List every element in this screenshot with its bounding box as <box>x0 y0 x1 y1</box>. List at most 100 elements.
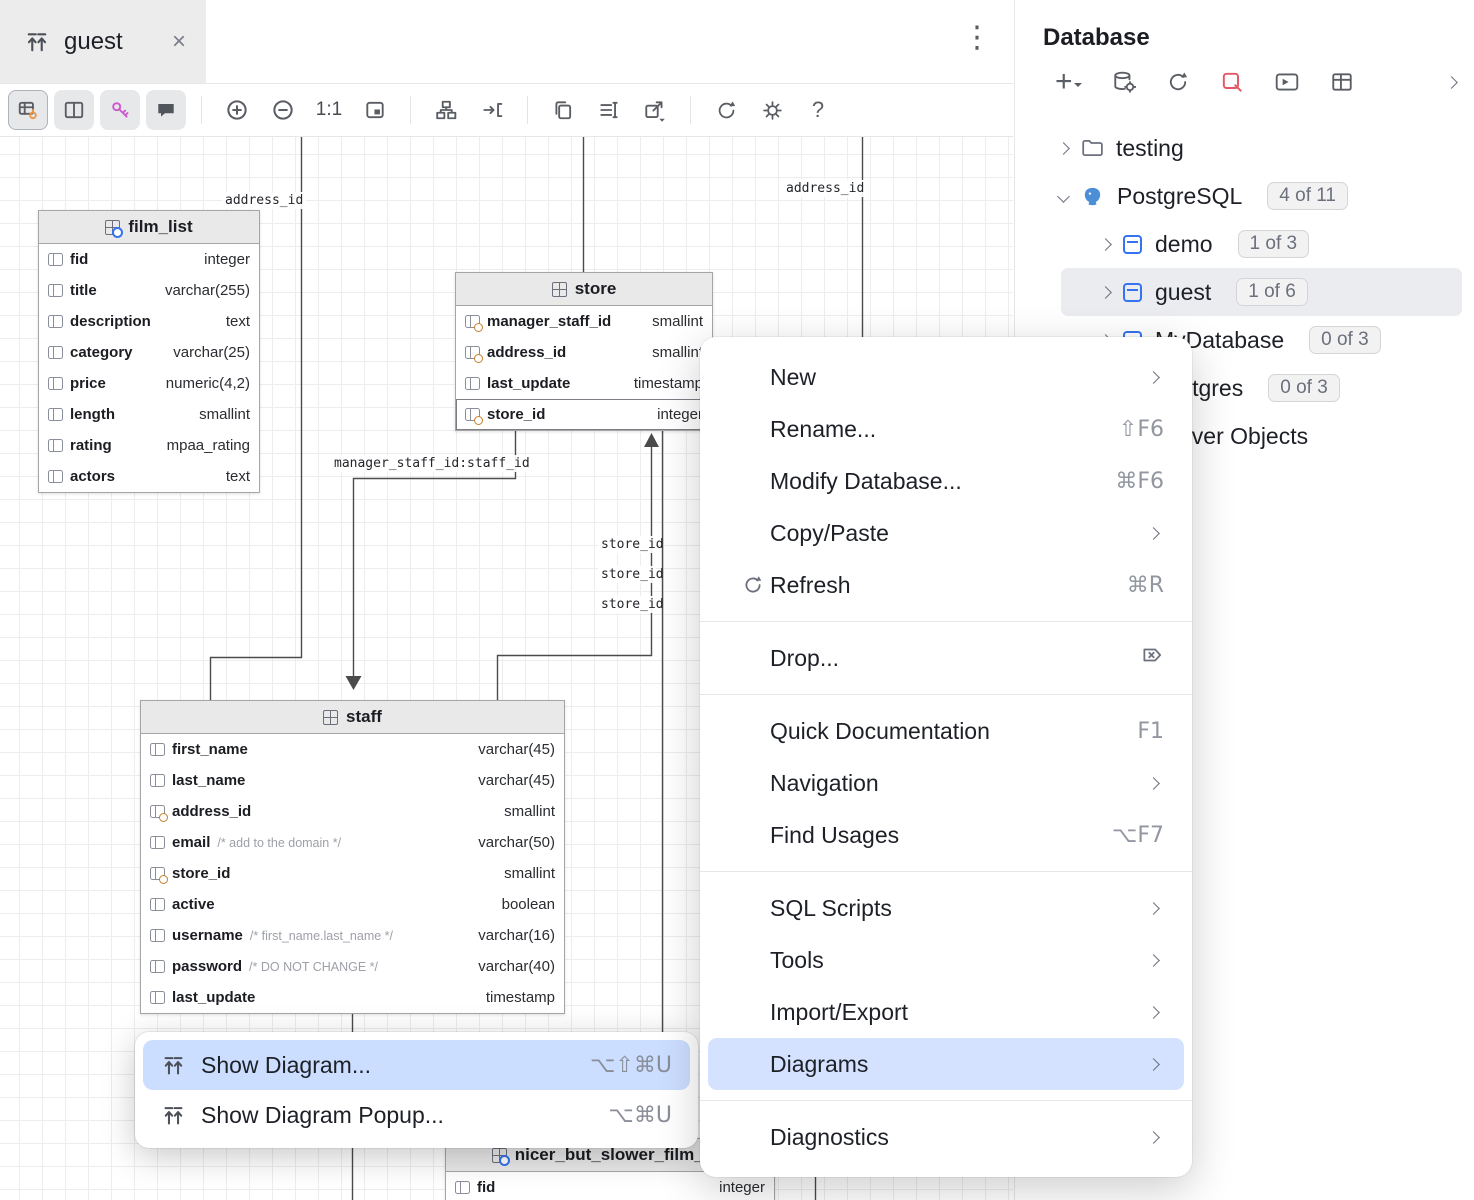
column-row[interactable]: last_updatetimestamp <box>141 982 564 1013</box>
expand-toolbar-icon[interactable] <box>1445 76 1458 89</box>
copy-diagram-button[interactable] <box>543 90 583 130</box>
column-row[interactable]: actorstext <box>39 461 259 492</box>
refresh-button[interactable] <box>1166 70 1190 94</box>
apply-layout-button[interactable] <box>426 90 466 130</box>
close-tab-icon[interactable]: × <box>172 28 186 56</box>
column-icon <box>150 991 165 1004</box>
table-header[interactable]: store <box>456 273 712 306</box>
table-store[interactable]: store manager_staff_idsmallint address_i… <box>455 272 713 431</box>
table-staff[interactable]: staff first_namevarchar(45) last_namevar… <box>140 700 565 1014</box>
menu-item-rename[interactable]: Rename...⇧F6 <box>700 403 1192 455</box>
scroll-to-selection-button[interactable] <box>472 90 512 130</box>
tab-title: guest <box>64 28 123 56</box>
menu-item-label: Find Usages <box>770 822 899 849</box>
chevron-right-icon[interactable] <box>1099 238 1112 251</box>
chevron-down-icon[interactable] <box>1057 190 1070 203</box>
column-row[interactable]: titlevarchar(255) <box>39 275 259 306</box>
column-row[interactable]: email/* add to the domain */varchar(50) <box>141 827 564 858</box>
menu-item-show-diagram[interactable]: Show Diagram... ⌥⇧⌘U <box>143 1040 690 1090</box>
menu-item-label: Diagrams <box>770 1051 868 1078</box>
column-row[interactable]: ratingmpaa_rating <box>39 430 259 461</box>
menu-item-label: Show Diagram... <box>201 1052 371 1079</box>
column-row[interactable]: descriptiontext <box>39 306 259 337</box>
drop-icon <box>1140 643 1164 673</box>
notes-button[interactable] <box>589 90 629 130</box>
database-icon <box>1123 283 1142 302</box>
menu-item-drop[interactable]: Drop... <box>700 632 1192 684</box>
menu-item-quick-documentation[interactable]: Quick DocumentationF1 <box>700 705 1192 757</box>
fk-column-icon <box>465 346 480 359</box>
export-icon <box>643 98 667 122</box>
column-icon <box>48 284 63 297</box>
column-row[interactable]: last_namevarchar(45) <box>141 765 564 796</box>
tree-item-postgresql[interactable]: PostgreSQL 4 of 11 <box>1015 172 1474 220</box>
data-editor-button[interactable] <box>1330 70 1354 94</box>
column-row[interactable]: lengthsmallint <box>39 399 259 430</box>
column-row[interactable]: manager_staff_idsmallint <box>456 306 712 337</box>
column-row[interactable]: last_updatetimestamp <box>456 368 712 399</box>
edge-label: address_id <box>222 192 306 209</box>
zoom-reset-label: 1:1 <box>316 99 342 121</box>
column-row[interactable]: store_idsmallint <box>141 858 564 889</box>
menu-item-label: Navigation <box>770 770 879 797</box>
more-options-icon[interactable]: ⋮ <box>962 20 992 55</box>
show-diagram-popup: Show Diagram... ⌥⇧⌘U Show Diagram Popup.… <box>135 1032 698 1148</box>
fk-column-icon <box>150 805 165 818</box>
tab-guest[interactable]: guest × <box>0 0 206 83</box>
columns-view-toggle[interactable] <box>54 90 94 130</box>
refresh-icon <box>742 574 764 602</box>
zoom-reset-button[interactable]: 1:1 <box>309 90 349 130</box>
disconnect-button[interactable] <box>1220 70 1244 94</box>
show-keys-toggle[interactable] <box>100 90 140 130</box>
menu-item-find-usages[interactable]: Find Usages⌥F7 <box>700 809 1192 861</box>
help-button[interactable]: ? <box>798 90 838 130</box>
table-header[interactable]: staff <box>141 701 564 734</box>
menu-item-modify-database[interactable]: Modify Database...⌘F6 <box>700 455 1192 507</box>
menu-item-tools[interactable]: Tools <box>700 934 1192 986</box>
menu-item-sql-scripts[interactable]: SQL Scripts <box>700 882 1192 934</box>
table-header[interactable]: film_list <box>39 211 259 244</box>
menu-item-copy-paste[interactable]: Copy/Paste <box>700 507 1192 559</box>
table-film-list[interactable]: film_list fidinteger titlevarchar(255) d… <box>38 210 260 493</box>
menu-item-diagrams[interactable]: Diagrams <box>708 1038 1184 1090</box>
menu-item-show-diagram-popup[interactable]: Show Diagram Popup... ⌥⌘U <box>143 1090 690 1140</box>
column-row[interactable]: address_idsmallint <box>141 796 564 827</box>
column-row[interactable]: fidinteger <box>39 244 259 275</box>
show-comments-toggle[interactable] <box>146 90 186 130</box>
refresh-diagram-button[interactable] <box>706 90 746 130</box>
zoom-out-button[interactable] <box>263 90 303 130</box>
column-icon <box>48 315 63 328</box>
column-row[interactable]: categoryvarchar(25) <box>39 337 259 368</box>
zoom-in-button[interactable] <box>217 90 257 130</box>
column-row-selected[interactable]: store_idinteger <box>456 399 712 430</box>
tree-item-guest[interactable]: guest 1 of 6 <box>1061 268 1462 316</box>
chevron-right-icon[interactable] <box>1099 286 1112 299</box>
tree-item-demo[interactable]: demo 1 of 3 <box>1015 220 1474 268</box>
menu-item-import-export[interactable]: Import/Export <box>700 986 1192 1038</box>
menu-item-new[interactable]: New <box>700 351 1192 403</box>
data-source-properties-button[interactable] <box>1112 70 1136 94</box>
query-console-button[interactable] <box>1274 70 1300 94</box>
column-row[interactable]: password/* DO NOT CHANGE */varchar(40) <box>141 951 564 982</box>
tree-item-testing[interactable]: testing <box>1015 124 1474 172</box>
menu-item-navigation[interactable]: Navigation <box>700 757 1192 809</box>
menu-item-label: Show Diagram Popup... <box>201 1102 444 1129</box>
column-row[interactable]: activeboolean <box>141 889 564 920</box>
column-row[interactable]: username/* first_name.last_name */varcha… <box>141 920 564 951</box>
column-row[interactable]: first_namevarchar(45) <box>141 734 564 765</box>
toolbar-separator <box>690 96 691 124</box>
settings-button[interactable] <box>752 90 792 130</box>
menu-item-label: Quick Documentation <box>770 718 990 745</box>
new-item-button[interactable]: + <box>1055 70 1082 94</box>
column-row[interactable]: address_idsmallint <box>456 337 712 368</box>
menu-item-diagnostics[interactable]: Diagnostics <box>700 1111 1192 1163</box>
fk-column-icon <box>150 867 165 880</box>
chevron-right-icon[interactable] <box>1057 142 1070 155</box>
column-icon <box>150 929 165 942</box>
menu-item-refresh[interactable]: Refresh⌘R <box>700 559 1192 611</box>
column-row[interactable]: pricenumeric(4,2) <box>39 368 259 399</box>
zoom-in-icon <box>225 98 249 122</box>
export-diagram-button[interactable] <box>635 90 675 130</box>
table-details-toggle[interactable] <box>8 90 48 130</box>
fit-content-button[interactable] <box>355 90 395 130</box>
